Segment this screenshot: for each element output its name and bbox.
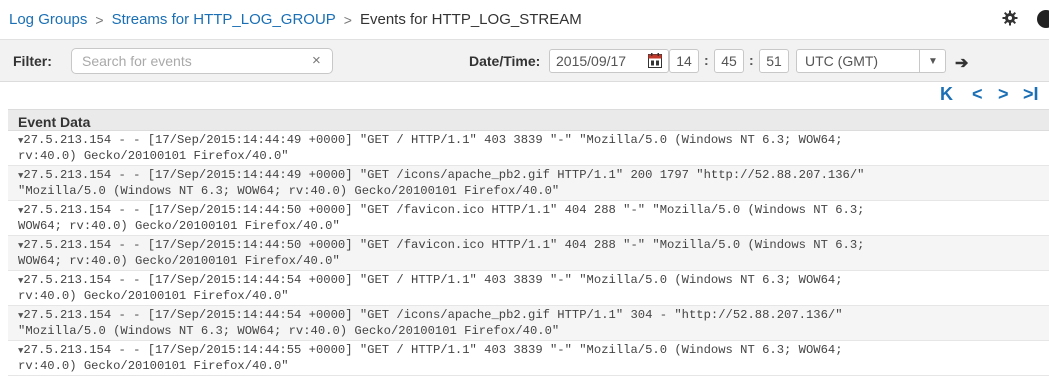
event-text-line1: 27.5.213.154 - - [17/Sep/2015:14:44:50 +… xyxy=(23,238,865,252)
clear-icon[interactable]: × xyxy=(312,52,321,69)
next-page-button[interactable]: > xyxy=(998,84,1009,106)
search-input[interactable] xyxy=(82,52,302,70)
time-colon: : xyxy=(704,52,709,68)
search-box: × xyxy=(71,48,333,74)
timezone-value: UTC (GMT) xyxy=(805,53,879,69)
column-header-event-data: Event Data xyxy=(8,109,1049,131)
event-row[interactable]: ▼27.5.213.154 - - [17/Sep/2015:14:44:50 … xyxy=(8,236,1049,271)
event-text-line1: 27.5.213.154 - - [17/Sep/2015:14:44:49 +… xyxy=(23,133,843,147)
gear-icon[interactable] xyxy=(1002,10,1018,26)
go-arrow-icon[interactable]: ➔ xyxy=(955,53,968,73)
event-row[interactable]: ▼27.5.213.154 - - [17/Sep/2015:14:44:50 … xyxy=(8,201,1049,236)
chevron-down-icon[interactable]: ▼ xyxy=(919,49,946,73)
time-colon: : xyxy=(749,52,754,68)
event-text-line2: WOW64; rv:40.0) Gecko/20100101 Firefox/4… xyxy=(18,254,340,268)
event-text-line2: rv:40.0) Gecko/20100101 Firefox/40.0" xyxy=(18,359,289,373)
event-row[interactable]: ▼27.5.213.154 - - [17/Sep/2015:14:44:54 … xyxy=(8,271,1049,306)
second-value: 51 xyxy=(766,53,782,69)
filter-label: Filter: xyxy=(13,53,52,69)
calendar-icon[interactable] xyxy=(648,53,662,68)
event-list: ▼27.5.213.154 - - [17/Sep/2015:14:44:49 … xyxy=(8,131,1049,377)
breadcrumb-separator: > xyxy=(343,11,352,28)
event-text-line1: 27.5.213.154 - - [17/Sep/2015:14:44:55 +… xyxy=(23,343,843,357)
event-row[interactable]: ▼27.5.213.154 - - [17/Sep/2015:14:44:54 … xyxy=(8,306,1049,341)
second-input[interactable]: 51 xyxy=(759,49,789,73)
date-value: 2015/09/17 xyxy=(556,53,627,69)
filter-toolbar: Filter: × Date/Time: 2015/09/17 14 : 45 … xyxy=(0,40,1049,82)
breadcrumb: Log Groups > Streams for HTTP_LOG_GROUP … xyxy=(0,0,1049,40)
prev-page-button[interactable]: < xyxy=(972,84,983,106)
event-row[interactable]: ▼27.5.213.154 - - [17/Sep/2015:14:44:55 … xyxy=(8,341,1049,376)
last-page-button[interactable]: >I xyxy=(1023,84,1039,106)
event-text-line1: 27.5.213.154 - - [17/Sep/2015:14:44:54 +… xyxy=(23,273,843,287)
breadcrumb-separator: > xyxy=(95,11,104,28)
event-text-line2: rv:40.0) Gecko/20100101 Firefox/40.0" xyxy=(18,149,289,163)
event-text-line2: WOW64; rv:40.0) Gecko/20100101 Firefox/4… xyxy=(18,219,340,233)
event-row[interactable]: ▼27.5.213.154 - - [17/Sep/2015:14:44:49 … xyxy=(8,131,1049,166)
hour-input[interactable]: 14 xyxy=(669,49,699,73)
breadcrumb-streams[interactable]: Streams for HTTP_LOG_GROUP xyxy=(112,11,336,28)
help-icon[interactable] xyxy=(1037,10,1049,28)
hour-value: 14 xyxy=(676,53,692,69)
minute-value: 45 xyxy=(721,53,737,69)
event-text-line1: 27.5.213.154 - - [17/Sep/2015:14:44:49 +… xyxy=(23,168,865,182)
first-page-button[interactable]: K xyxy=(940,84,953,106)
event-text-line1: 27.5.213.154 - - [17/Sep/2015:14:44:54 +… xyxy=(23,308,843,322)
datetime-label: Date/Time: xyxy=(469,53,541,69)
event-text-line1: 27.5.213.154 - - [17/Sep/2015:14:44:50 +… xyxy=(23,203,865,217)
event-text-line2: "Mozilla/5.0 (Windows NT 6.3; WOW64; rv:… xyxy=(18,184,560,198)
event-text-line2: "Mozilla/5.0 (Windows NT 6.3; WOW64; rv:… xyxy=(18,324,560,338)
minute-input[interactable]: 45 xyxy=(714,49,744,73)
event-row[interactable]: ▼27.5.213.154 - - [17/Sep/2015:14:44:49 … xyxy=(8,166,1049,201)
breadcrumb-events: Events for HTTP_LOG_STREAM xyxy=(359,11,582,28)
breadcrumb-log-groups[interactable]: Log Groups xyxy=(9,11,87,28)
event-text-line2: rv:40.0) Gecko/20100101 Firefox/40.0" xyxy=(18,289,289,303)
